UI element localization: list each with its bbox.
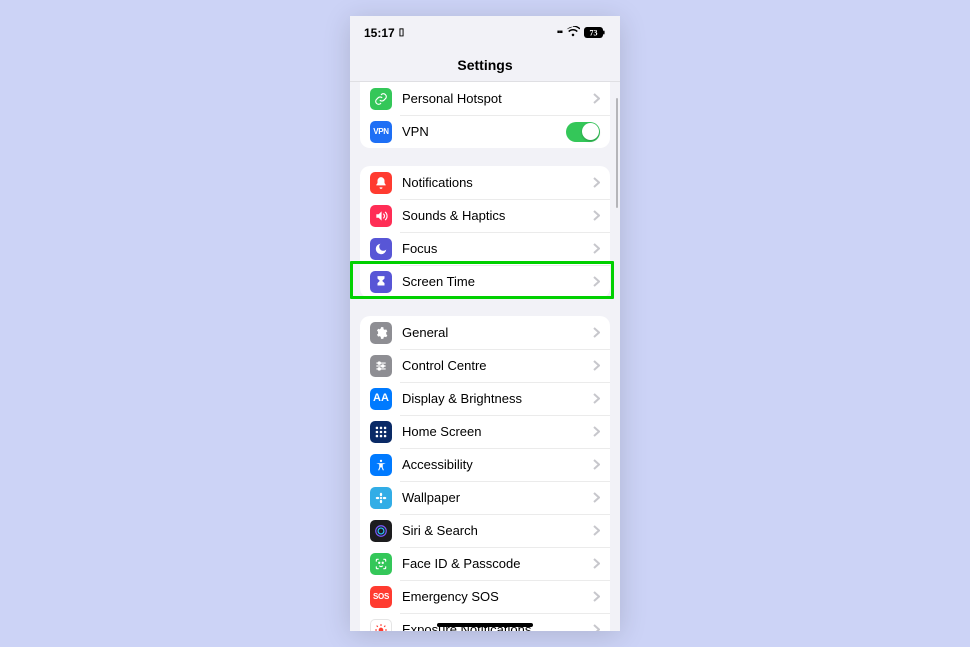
battery-icon: 73 [584,27,606,38]
sos-icon: SOS [370,586,392,608]
scroll-indicator[interactable] [616,98,619,208]
settings-row-controlcentre[interactable]: Control Centre [360,349,610,382]
hotspot-icon [370,88,392,110]
settings-row-label: Wallpaper [402,490,593,505]
chevron-right-icon [593,360,600,371]
chevron-right-icon [593,492,600,503]
settings-row-accessibility[interactable]: Accessibility [360,448,610,481]
settings-row-label: Sounds & Haptics [402,208,593,223]
chevron-right-icon [593,525,600,536]
chevron-right-icon [593,558,600,569]
notifications-icon [370,172,392,194]
vpn-icon: VPN [370,121,392,143]
focus-icon [370,238,392,260]
chevron-right-icon [593,243,600,254]
dual-sim-icon: ▪▪ [557,27,562,38]
phone-frame: 15:17 ▯ ▪▪ 73 Settings Personal Hotspot V… [350,16,620,631]
settings-row-exposure[interactable]: Exposure Notifications [360,613,610,631]
settings-row-label: Accessibility [402,457,593,472]
chevron-right-icon [593,276,600,287]
settings-row-label: General [402,325,593,340]
general-icon [370,322,392,344]
settings-row-screentime[interactable]: Screen Time [360,265,610,298]
settings-row-display[interactable]: AA Display & Brightness [360,382,610,415]
settings-row-wallpaper[interactable]: Wallpaper [360,481,610,514]
settings-row-vpn[interactable]: VPN VPN [360,115,610,148]
settings-row-label: Notifications [402,175,593,190]
settings-row-label: VPN [402,124,566,139]
nav-header: Settings [350,49,620,82]
status-left: 15:17 ▯ [364,26,404,40]
settings-group-attention: Notifications Sounds & Haptics Focus Screen… [360,166,610,298]
wallpaper-icon [370,487,392,509]
chevron-right-icon [593,459,600,470]
settings-row-label: Emergency SOS [402,589,593,604]
status-right: ▪▪ 73 [557,26,606,40]
settings-group-connectivity: Personal Hotspot VPN VPN [360,82,610,148]
settings-row-sounds[interactable]: Sounds & Haptics [360,199,610,232]
settings-group-general: General Control Centre AA Display & Brightn… [360,316,610,631]
settings-row-notifications[interactable]: Notifications [360,166,610,199]
chevron-right-icon [593,591,600,602]
wifi-icon [566,26,580,40]
settings-row-label: Display & Brightness [402,391,593,406]
settings-row-homescreen[interactable]: Home Screen [360,415,610,448]
sounds-icon [370,205,392,227]
chevron-right-icon [593,426,600,437]
page-title: Settings [457,57,512,73]
settings-row-general[interactable]: General [360,316,610,349]
controlcentre-icon [370,355,392,377]
settings-row-label: Home Screen [402,424,593,439]
settings-row-label: Focus [402,241,593,256]
home-indicator[interactable] [437,623,533,627]
exposure-icon [370,619,392,632]
settings-content[interactable]: Personal Hotspot VPN VPN Notifications Sound… [350,82,620,631]
chevron-right-icon [593,624,600,631]
chevron-right-icon [593,210,600,221]
chevron-right-icon [593,177,600,188]
status-bar: 15:17 ▯ ▪▪ 73 [350,16,620,49]
chevron-right-icon [593,93,600,104]
siri-icon [370,520,392,542]
homescreen-icon [370,421,392,443]
settings-row-hotspot[interactable]: Personal Hotspot [360,82,610,115]
display-icon: AA [370,388,392,410]
lock-icon: ▯ [399,27,405,38]
settings-row-label: Face ID & Passcode [402,556,593,571]
chevron-right-icon [593,327,600,338]
svg-text:73: 73 [590,28,598,37]
settings-row-label: Personal Hotspot [402,91,593,106]
vpn-toggle[interactable] [566,122,600,142]
faceid-icon [370,553,392,575]
chevron-right-icon [593,393,600,404]
settings-row-focus[interactable]: Focus [360,232,610,265]
settings-row-label: Control Centre [402,358,593,373]
settings-row-faceid[interactable]: Face ID & Passcode [360,547,610,580]
settings-row-sos[interactable]: SOS Emergency SOS [360,580,610,613]
screentime-icon [370,271,392,293]
settings-row-siri[interactable]: Siri & Search [360,514,610,547]
status-time: 15:17 [364,26,395,40]
settings-row-label: Screen Time [402,274,593,289]
accessibility-icon [370,454,392,476]
settings-row-label: Siri & Search [402,523,593,538]
